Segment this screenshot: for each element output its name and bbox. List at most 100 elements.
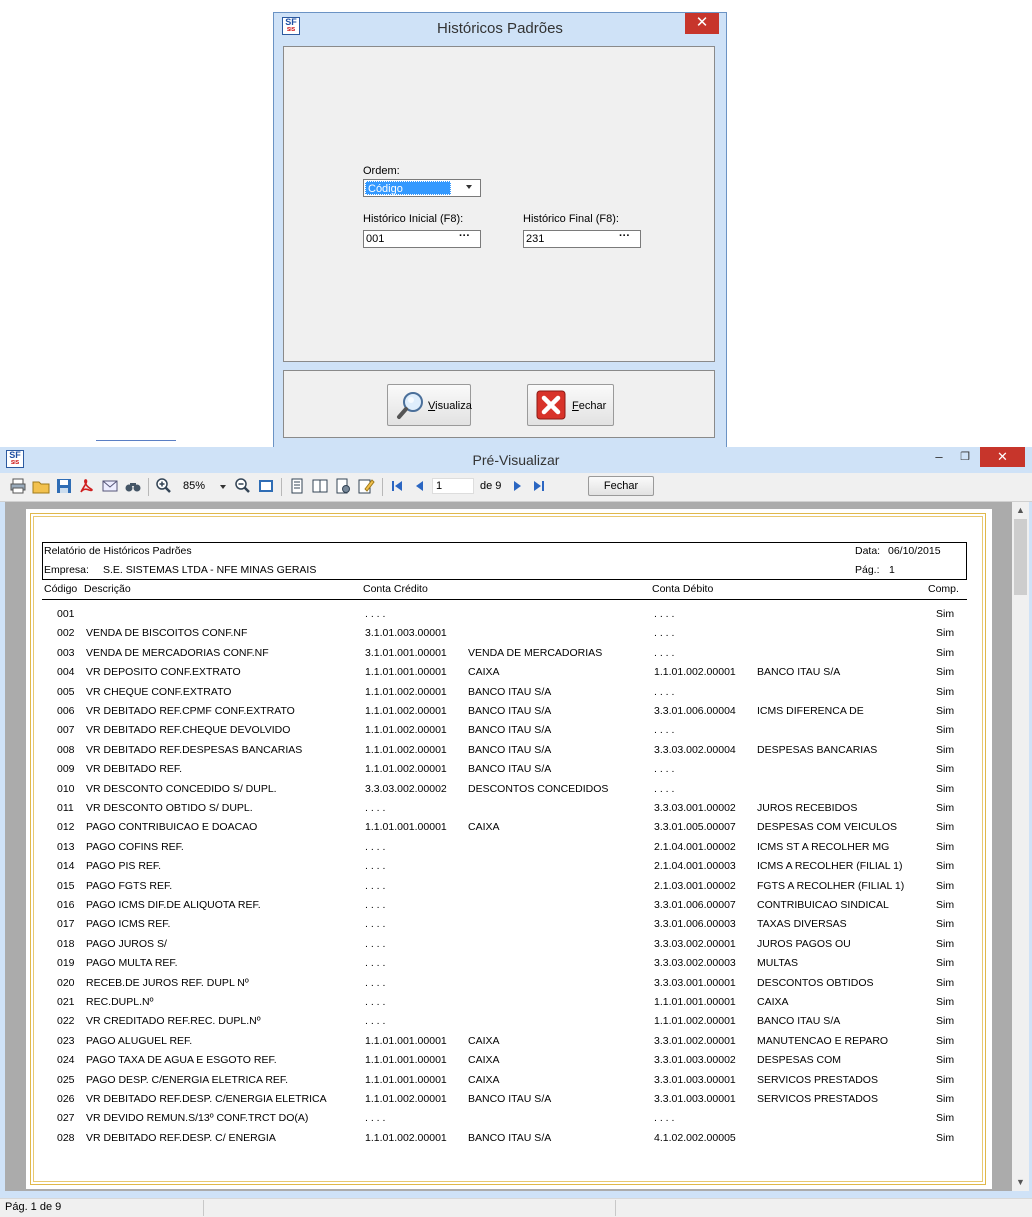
cell-codigo: 026 — [57, 1093, 75, 1105]
scroll-down-icon[interactable]: ▼ — [1012, 1174, 1029, 1191]
dialog-titlebar[interactable]: SF SIS Históricos Padrões ✕ — [274, 13, 726, 43]
first-page-icon[interactable] — [390, 477, 404, 500]
cell-comp: Sim — [936, 705, 955, 717]
print-icon[interactable] — [9, 477, 27, 495]
cell-conta-debito: 3.3.01.002.00001 — [654, 1034, 736, 1047]
cell-descricao: VR DEVIDO REMUN.S/13º CONF.TRCT DO(A) — [86, 1112, 309, 1125]
historico-inicial-input[interactable]: 001 ··· — [363, 230, 481, 248]
cell-conta-credito: . . . . — [365, 1015, 386, 1028]
cell-conta-debito: . . . . — [654, 685, 675, 698]
historico-final-input[interactable]: 231 ··· — [523, 230, 641, 248]
report-viewport[interactable]: Relatório de Históricos Padrões Data: 06… — [5, 502, 1012, 1191]
ordem-select[interactable]: Código — [363, 179, 481, 197]
table-row: 012 PAGO CONTRIBUICAO E DOACAO 1.1.01.001.… — [26, 821, 986, 840]
minimize-icon[interactable]: – — [928, 447, 950, 467]
zoom-out-icon[interactable] — [233, 477, 251, 495]
cell-codigo: 018 — [57, 937, 75, 950]
cell-descricao: VR CREDITADO REF.REC. DUPL.Nº — [86, 1015, 261, 1028]
cell-comp: Sim — [936, 976, 955, 989]
cell-conta-credito: 3.1.01.003.00001 — [365, 627, 447, 640]
open-icon[interactable] — [32, 477, 50, 495]
edit-icon[interactable] — [357, 477, 375, 495]
cell-conta-credito: 1.1.01.002.00001 — [365, 763, 447, 776]
cell-conta-debito: . . . . — [654, 646, 675, 659]
cell-conta-debito: 2.1.04.001.00002 — [654, 840, 736, 853]
filter-panel: Ordem: Código Histórico Inicial (F8): 00… — [283, 46, 715, 362]
table-row: 021 REC.DUPL.Nº . . . . 1.1.01.001.00001 CAI… — [26, 996, 986, 1015]
cell-conta-credito: 1.1.01.002.00001 — [365, 1093, 447, 1105]
table-row: 023 PAGO ALUGUEL REF. 1.1.01.001.00001 CAIX… — [26, 1035, 986, 1054]
cell-codigo: 017 — [57, 918, 75, 931]
close-icon[interactable]: ✕ — [685, 13, 719, 34]
table-row: 015 PAGO FGTS REF. . . . . 2.1.03.001.00002… — [26, 880, 986, 899]
settings-icon[interactable] — [334, 477, 352, 495]
cell-conta-credito-nome: CAIXA — [468, 1054, 500, 1067]
cell-conta-debito-nome: BANCO ITAU S/A — [757, 1015, 841, 1028]
cell-descricao: PAGO FGTS REF. — [86, 879, 173, 892]
last-page-icon[interactable] — [532, 477, 546, 500]
cell-descricao: VR DEBITADO REF.DESP. C/ ENERGIA — [86, 1131, 276, 1144]
cell-descricao: RECEB.DE JUROS REF. DUPL Nº — [86, 976, 249, 989]
cell-conta-debito: 3.3.01.003.00001 — [654, 1093, 736, 1105]
toolbar-separator — [148, 478, 149, 496]
cell-conta-credito: 1.1.01.002.00001 — [365, 743, 447, 756]
cell-conta-debito-nome: FGTS A RECOLHER (FILIAL 1) — [757, 879, 905, 892]
visualiza-button[interactable]: Visualiza — [387, 384, 472, 426]
zoom-in-icon[interactable] — [154, 477, 172, 495]
cell-codigo: 024 — [57, 1054, 75, 1067]
cell-conta-debito: . . . . — [654, 608, 675, 620]
fit-page-icon[interactable] — [257, 477, 275, 495]
cell-descricao: PAGO COFINS REF. — [86, 840, 184, 853]
cell-comp: Sim — [936, 996, 955, 1008]
cell-conta-debito: . . . . — [654, 627, 675, 640]
report-title: Relatório de Históricos Padrões — [44, 545, 192, 557]
single-page-icon[interactable] — [288, 477, 306, 495]
find-icon[interactable] — [124, 477, 142, 495]
zoom-select[interactable]: 85% — [179, 478, 229, 495]
lookup-ellipsis-icon[interactable]: ··· — [459, 228, 470, 244]
chevron-down-icon[interactable] — [466, 185, 472, 189]
page-number-input[interactable]: 1 — [432, 478, 474, 494]
toolbar-separator — [281, 478, 282, 496]
table-row: 010 VR DESCONTO CONCEDIDO S/ DUPL. 3.3.03.… — [26, 783, 986, 802]
chevron-down-icon[interactable] — [220, 485, 226, 489]
preview-toolbar: 85% 1 de 9 Fechar — [0, 473, 1032, 502]
toolbar-separator — [382, 478, 383, 496]
cell-descricao: VR DESCONTO CONCEDIDO S/ DUPL. — [86, 782, 277, 795]
cell-descricao: PAGO ICMS DIF.DE ALIQUOTA REF. — [86, 899, 261, 911]
cell-codigo: 008 — [57, 743, 75, 756]
lookup-ellipsis-icon[interactable]: ··· — [619, 228, 630, 244]
next-page-icon[interactable] — [510, 477, 524, 500]
table-row: 027 VR DEVIDO REMUN.S/13º CONF.TRCT DO(A)… — [26, 1112, 986, 1131]
pdf-icon[interactable] — [77, 477, 95, 495]
fechar-dialog-button[interactable]: Fechar — [527, 384, 614, 426]
prev-page-icon[interactable] — [413, 477, 427, 500]
cell-conta-credito: . . . . — [365, 976, 386, 989]
multi-page-icon[interactable] — [311, 477, 329, 495]
cell-conta-debito: 1.1.01.002.00001 — [654, 666, 736, 679]
save-icon[interactable] — [55, 477, 73, 495]
cell-codigo: 016 — [57, 899, 75, 911]
cell-codigo: 001 — [57, 608, 75, 620]
restore-icon[interactable]: ❐ — [954, 447, 976, 467]
cell-conta-credito: . . . . — [365, 937, 386, 950]
table-row: 028 VR DEBITADO REF.DESP. C/ ENERGIA 1.1.0… — [26, 1132, 986, 1151]
cell-conta-debito: 3.3.01.003.00002 — [654, 1054, 736, 1067]
fechar-preview-button[interactable]: Fechar — [588, 476, 654, 496]
table-row: 025 PAGO DESP. C/ENERGIA ELETRICA REF. 1.1… — [26, 1074, 986, 1093]
scrollbar-thumb[interactable] — [1014, 519, 1027, 595]
preview-titlebar[interactable]: SF SIS Pré-Visualizar – ❐ ✕ — [0, 447, 1032, 471]
cell-conta-debito-nome: SERVICOS PRESTADOS — [757, 1093, 878, 1105]
cell-comp: Sim — [936, 763, 955, 776]
cell-codigo: 020 — [57, 976, 75, 989]
vertical-scrollbar[interactable]: ▲ ▼ — [1012, 502, 1029, 1191]
empresa-name: S.E. SISTEMAS LTDA - NFE MINAS GERAIS — [103, 564, 317, 576]
cell-comp: Sim — [936, 860, 955, 873]
scroll-up-icon[interactable]: ▲ — [1012, 502, 1029, 519]
table-row: 019 PAGO MULTA REF. . . . . 3.3.03.002.0000… — [26, 957, 986, 976]
close-icon[interactable]: ✕ — [980, 447, 1025, 467]
cell-conta-debito: 2.1.03.001.00002 — [654, 879, 736, 892]
cell-codigo: 010 — [57, 782, 75, 795]
cell-comp: Sim — [936, 918, 955, 931]
email-icon[interactable] — [101, 477, 119, 495]
